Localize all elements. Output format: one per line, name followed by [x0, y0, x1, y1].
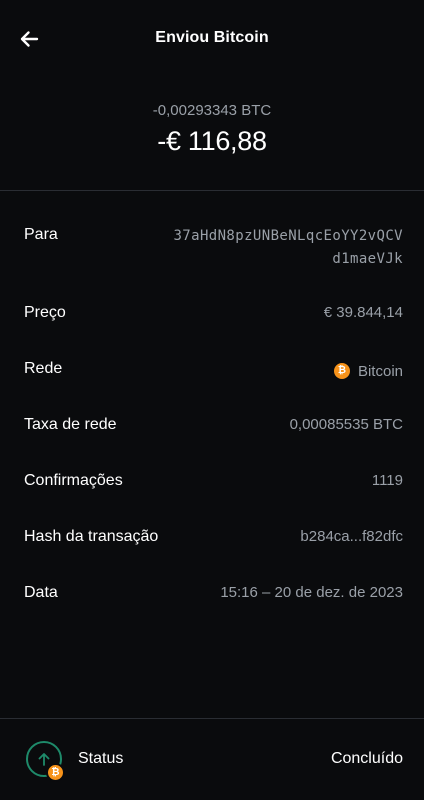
status-value: Concluído: [330, 750, 403, 767]
detail-row-para: Para 37aHdN8pzUNBeNLqcEoYY2vQCV d1maeVJk: [0, 216, 424, 294]
detail-label: Para: [24, 226, 58, 243]
network-fee-value: 0,00085535 BTC: [289, 416, 403, 433]
crypto-amount: -0,00293343 BTC: [152, 102, 272, 119]
detail-row-rede: Rede ₿ Bitcoin: [0, 350, 424, 406]
detail-row-preco: Preço € 39.844,14: [0, 294, 424, 350]
detail-label: Rede: [24, 360, 63, 377]
header: Enviou Bitcoin: [0, 0, 424, 78]
transaction-details: Para 37aHdN8pzUNBeNLqcEoYY2vQCV d1maeVJk…: [0, 216, 424, 630]
bitcoin-badge-icon: ₿: [46, 763, 65, 782]
recipient-address[interactable]: 37aHdN8pzUNBeNLqcEoYY2vQCV d1maeVJk: [128, 225, 403, 271]
transaction-hash-link[interactable]: b284ca...f82dfc: [300, 528, 403, 545]
date-value: 15:16 – 20 de dez. de 2023: [220, 584, 403, 601]
address-line-2: d1maeVJk: [332, 251, 403, 267]
page-title: Enviou Bitcoin: [155, 29, 269, 46]
detail-label: Hash da transação: [24, 528, 159, 545]
detail-label: Taxa de rede: [24, 416, 117, 433]
detail-row-confirmacoes: Confirmações 1119: [0, 462, 424, 518]
detail-row-hash: Hash da transação b284ca...f82dfc: [0, 518, 424, 574]
detail-row-data: Data 15:16 – 20 de dez. de 2023: [0, 574, 424, 630]
detail-row-taxa: Taxa de rede 0,00085535 BTC: [0, 406, 424, 462]
divider: [0, 190, 424, 191]
detail-label: Confirmações: [24, 472, 123, 489]
status-row: ₿ Status Concluído: [0, 719, 424, 800]
address-line-1: 37aHdN8pzUNBeNLqcEoYY2vQCV: [173, 228, 403, 244]
price-value: € 39.844,14: [323, 304, 403, 321]
confirmations-value: 1119: [371, 472, 403, 489]
status-icon: ₿: [26, 741, 65, 782]
amount-summary: -0,00293343 BTC -€ 116,88: [0, 102, 424, 156]
bitcoin-icon: ₿: [333, 363, 350, 379]
fiat-amount: -€ 116,88: [157, 126, 267, 156]
detail-label: Data: [24, 584, 58, 601]
network-value: ₿ Bitcoin: [333, 360, 403, 380]
status-label: Status: [78, 750, 124, 767]
detail-label: Preço: [24, 304, 66, 321]
transaction-detail-screen: Enviou Bitcoin -0,00293343 BTC -€ 116,88…: [0, 0, 424, 800]
network-name: Bitcoin: [357, 362, 403, 380]
